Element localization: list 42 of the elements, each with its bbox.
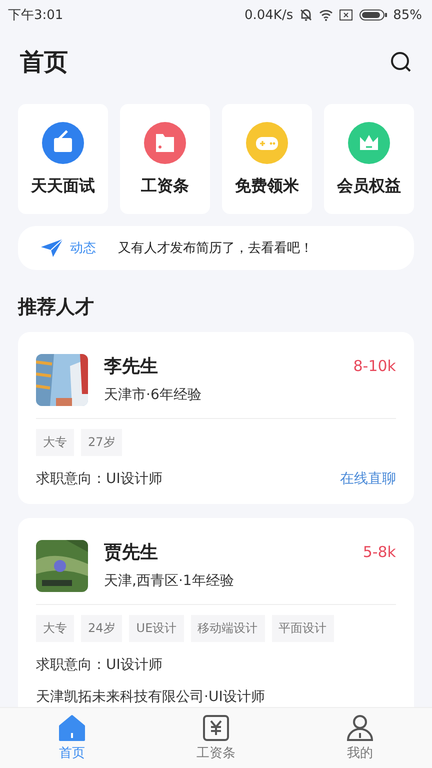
tag: 大专: [36, 429, 74, 456]
section-title: 推荐人才: [18, 295, 95, 320]
shortcut-card[interactable]: 天天面试: [18, 104, 108, 214]
person-icon: [346, 714, 374, 742]
tag: 移动端设计: [190, 615, 265, 642]
notice-bar[interactable]: 动态 又有人才发布简历了，去看看吧！: [18, 226, 414, 270]
sim-icon: [339, 9, 354, 21]
battery-level: 85%: [393, 8, 422, 22]
candidate-location-experience: 天津,西青区·1年经验: [104, 572, 235, 590]
tab[interactable]: 工资条: [166, 708, 266, 768]
notice-tag: 动态: [70, 239, 96, 257]
chat-link[interactable]: 在线直聊: [340, 470, 396, 488]
tag: 27岁: [81, 429, 122, 456]
status-time: 下午3:01: [8, 7, 64, 24]
shortcut-card[interactable]: 会员权益: [324, 104, 414, 214]
tag: 大专: [36, 615, 74, 642]
tag: 平面设计: [272, 615, 334, 642]
yen-icon: [202, 714, 230, 742]
candidate-card[interactable]: 李先生 8-10k 天津市·6年经验 大专 27岁 求职意向：UI设计师 在线直聊: [18, 332, 414, 504]
network-speed: 0.04K/s: [244, 8, 294, 22]
job-intent: 求职意向：UI设计师: [36, 470, 162, 488]
candidate-location-experience: 天津市·6年经验: [104, 386, 202, 404]
job-intent: 求职意向：UI设计师: [36, 656, 162, 674]
wifi-icon: [319, 9, 334, 21]
notice-text: 又有人才发布简历了，去看看吧！: [118, 240, 313, 257]
paper-plane-icon: [40, 238, 64, 258]
candidate-name: 贾先生: [104, 541, 158, 564]
battery-icon: [359, 9, 388, 21]
house-icon: [58, 714, 86, 742]
shortcut-card[interactable]: 免费领米: [222, 104, 312, 214]
search-icon[interactable]: [390, 51, 412, 73]
candidate-name: 李先生: [104, 355, 158, 378]
tag: UE设计: [129, 615, 184, 642]
mute-icon: [299, 8, 314, 22]
work-history: 天津凯拓未来科技有限公司·UI设计师: [36, 688, 266, 706]
page-title: 首页: [20, 47, 68, 78]
tag: 24岁: [81, 615, 122, 642]
salary-range: 8-10k: [353, 357, 396, 375]
shortcut-card[interactable]: 工资条: [120, 104, 210, 214]
candidate-card[interactable]: 贾先生 5-8k 天津,西青区·1年经验 大专 24岁 UE设计 移动端设计 平面设计 求职意向：UI设计师 天津凯拓未来科技有限公司·UI设计师: [18, 518, 414, 707]
salary-range: 5-8k: [362, 543, 396, 561]
tab[interactable]: 我的: [310, 708, 410, 768]
